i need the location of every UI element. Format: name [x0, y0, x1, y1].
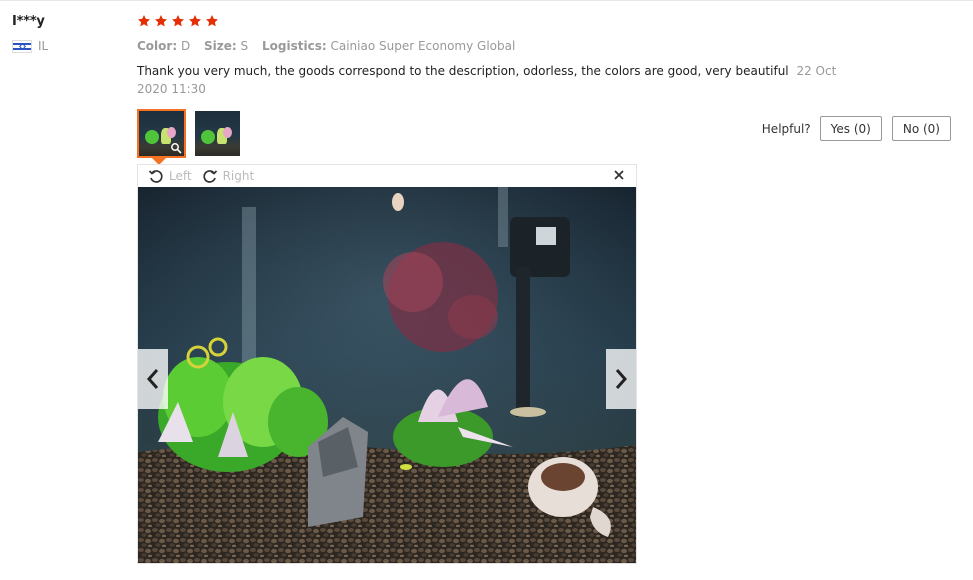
photo-thumbnails: [137, 109, 242, 158]
helpful-vote: Helpful? Yes (0) No (0): [762, 116, 951, 141]
israel-flag-icon: [12, 39, 32, 53]
reviewer-country: IL: [12, 39, 48, 53]
star-icon: [171, 14, 185, 28]
chevron-right-icon: [615, 369, 628, 389]
attr-size-value: S: [240, 39, 249, 53]
attr-size-key: Size:: [204, 39, 237, 53]
rotate-left-icon: [148, 170, 163, 183]
helpful-no-button[interactable]: No (0): [891, 116, 951, 141]
star-icon: [137, 14, 151, 28]
image-viewer: Left Right: [137, 164, 637, 564]
helpful-yes-button[interactable]: Yes (0): [819, 116, 882, 141]
thumbnail-1[interactable]: [137, 109, 186, 158]
thumbnail-2[interactable]: [193, 109, 242, 158]
rotate-right-label: Right: [222, 169, 255, 183]
star-icon: [188, 14, 202, 28]
star-icon: [205, 14, 219, 28]
review-body: Color: D Size: S Logistics: Cainiao Supe…: [137, 14, 957, 98]
next-image-button[interactable]: [606, 349, 636, 409]
aquarium-photo: [138, 187, 636, 563]
attr-color-value: D: [180, 39, 191, 53]
viewer-image: [138, 187, 636, 563]
star-icon: [154, 14, 168, 28]
reviewer-name: I***y: [12, 14, 45, 29]
rotate-right-icon: [202, 170, 217, 183]
magnifier-icon: [171, 143, 182, 154]
country-code: IL: [38, 39, 49, 53]
review-text-block: Thank you very much, the goods correspon…: [137, 62, 857, 98]
rotate-left-button[interactable]: Left: [148, 168, 192, 184]
viewer-toolbar: Left Right: [138, 165, 636, 187]
review-attributes: Color: D Size: S Logistics: Cainiao Supe…: [137, 39, 957, 53]
helpful-label: Helpful?: [761, 121, 811, 136]
previous-image-button[interactable]: [138, 349, 168, 409]
top-divider: [0, 0, 973, 1]
chevron-left-icon: [146, 369, 159, 389]
rotate-left-label: Left: [169, 169, 192, 183]
close-icon[interactable]: [612, 168, 626, 182]
attr-logistics-value: Cainiao Super Economy Global: [330, 39, 516, 53]
reviewer-info: I***y IL: [12, 14, 48, 53]
star-rating: [137, 14, 957, 28]
attr-logistics-key: Logistics:: [262, 39, 327, 53]
rotate-right-button[interactable]: Right: [202, 168, 255, 184]
attr-color-key: Color:: [137, 39, 178, 53]
review-content: Thank you very much, the goods correspon…: [137, 64, 789, 78]
